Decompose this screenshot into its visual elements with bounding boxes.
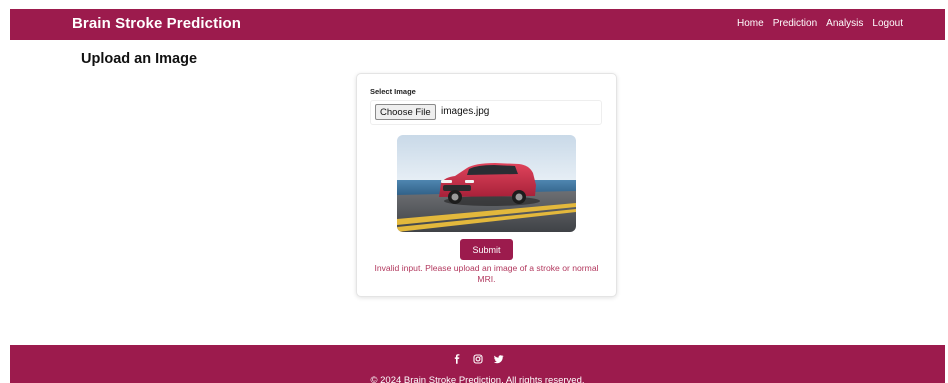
nav-home[interactable]: Home (737, 18, 764, 29)
nav-analysis[interactable]: Analysis (826, 18, 863, 29)
footer: © 2024 Brain Stroke Prediction. All righ… (10, 345, 945, 383)
twitter-icon[interactable] (493, 354, 504, 364)
copyright-text: © 2024 Brain Stroke Prediction. All righ… (370, 375, 585, 383)
error-message: Invalid input. Please upload an image of… (374, 263, 599, 284)
brand-title[interactable]: Brain Stroke Prediction (72, 15, 241, 32)
upload-card: Select Image Choose File images.jpg Subm… (356, 73, 617, 297)
social-links (10, 354, 945, 364)
file-input[interactable]: Choose File images.jpg (370, 100, 602, 125)
submit-button[interactable]: Submit (460, 239, 513, 260)
selected-file-name: images.jpg (441, 106, 490, 117)
choose-file-button[interactable]: Choose File (375, 104, 436, 120)
nav-links: Home Prediction Analysis Logout (737, 18, 903, 29)
nav-logout[interactable]: Logout (872, 18, 903, 29)
car-photo (397, 135, 576, 232)
page-title: Upload an Image (81, 51, 198, 67)
instagram-icon[interactable] (472, 354, 483, 364)
facebook-icon[interactable] (452, 354, 462, 364)
navbar: Brain Stroke Prediction Home Prediction … (10, 9, 945, 40)
nav-prediction[interactable]: Prediction (773, 18, 817, 29)
image-preview (397, 135, 576, 232)
select-image-label: Select Image (370, 87, 416, 96)
